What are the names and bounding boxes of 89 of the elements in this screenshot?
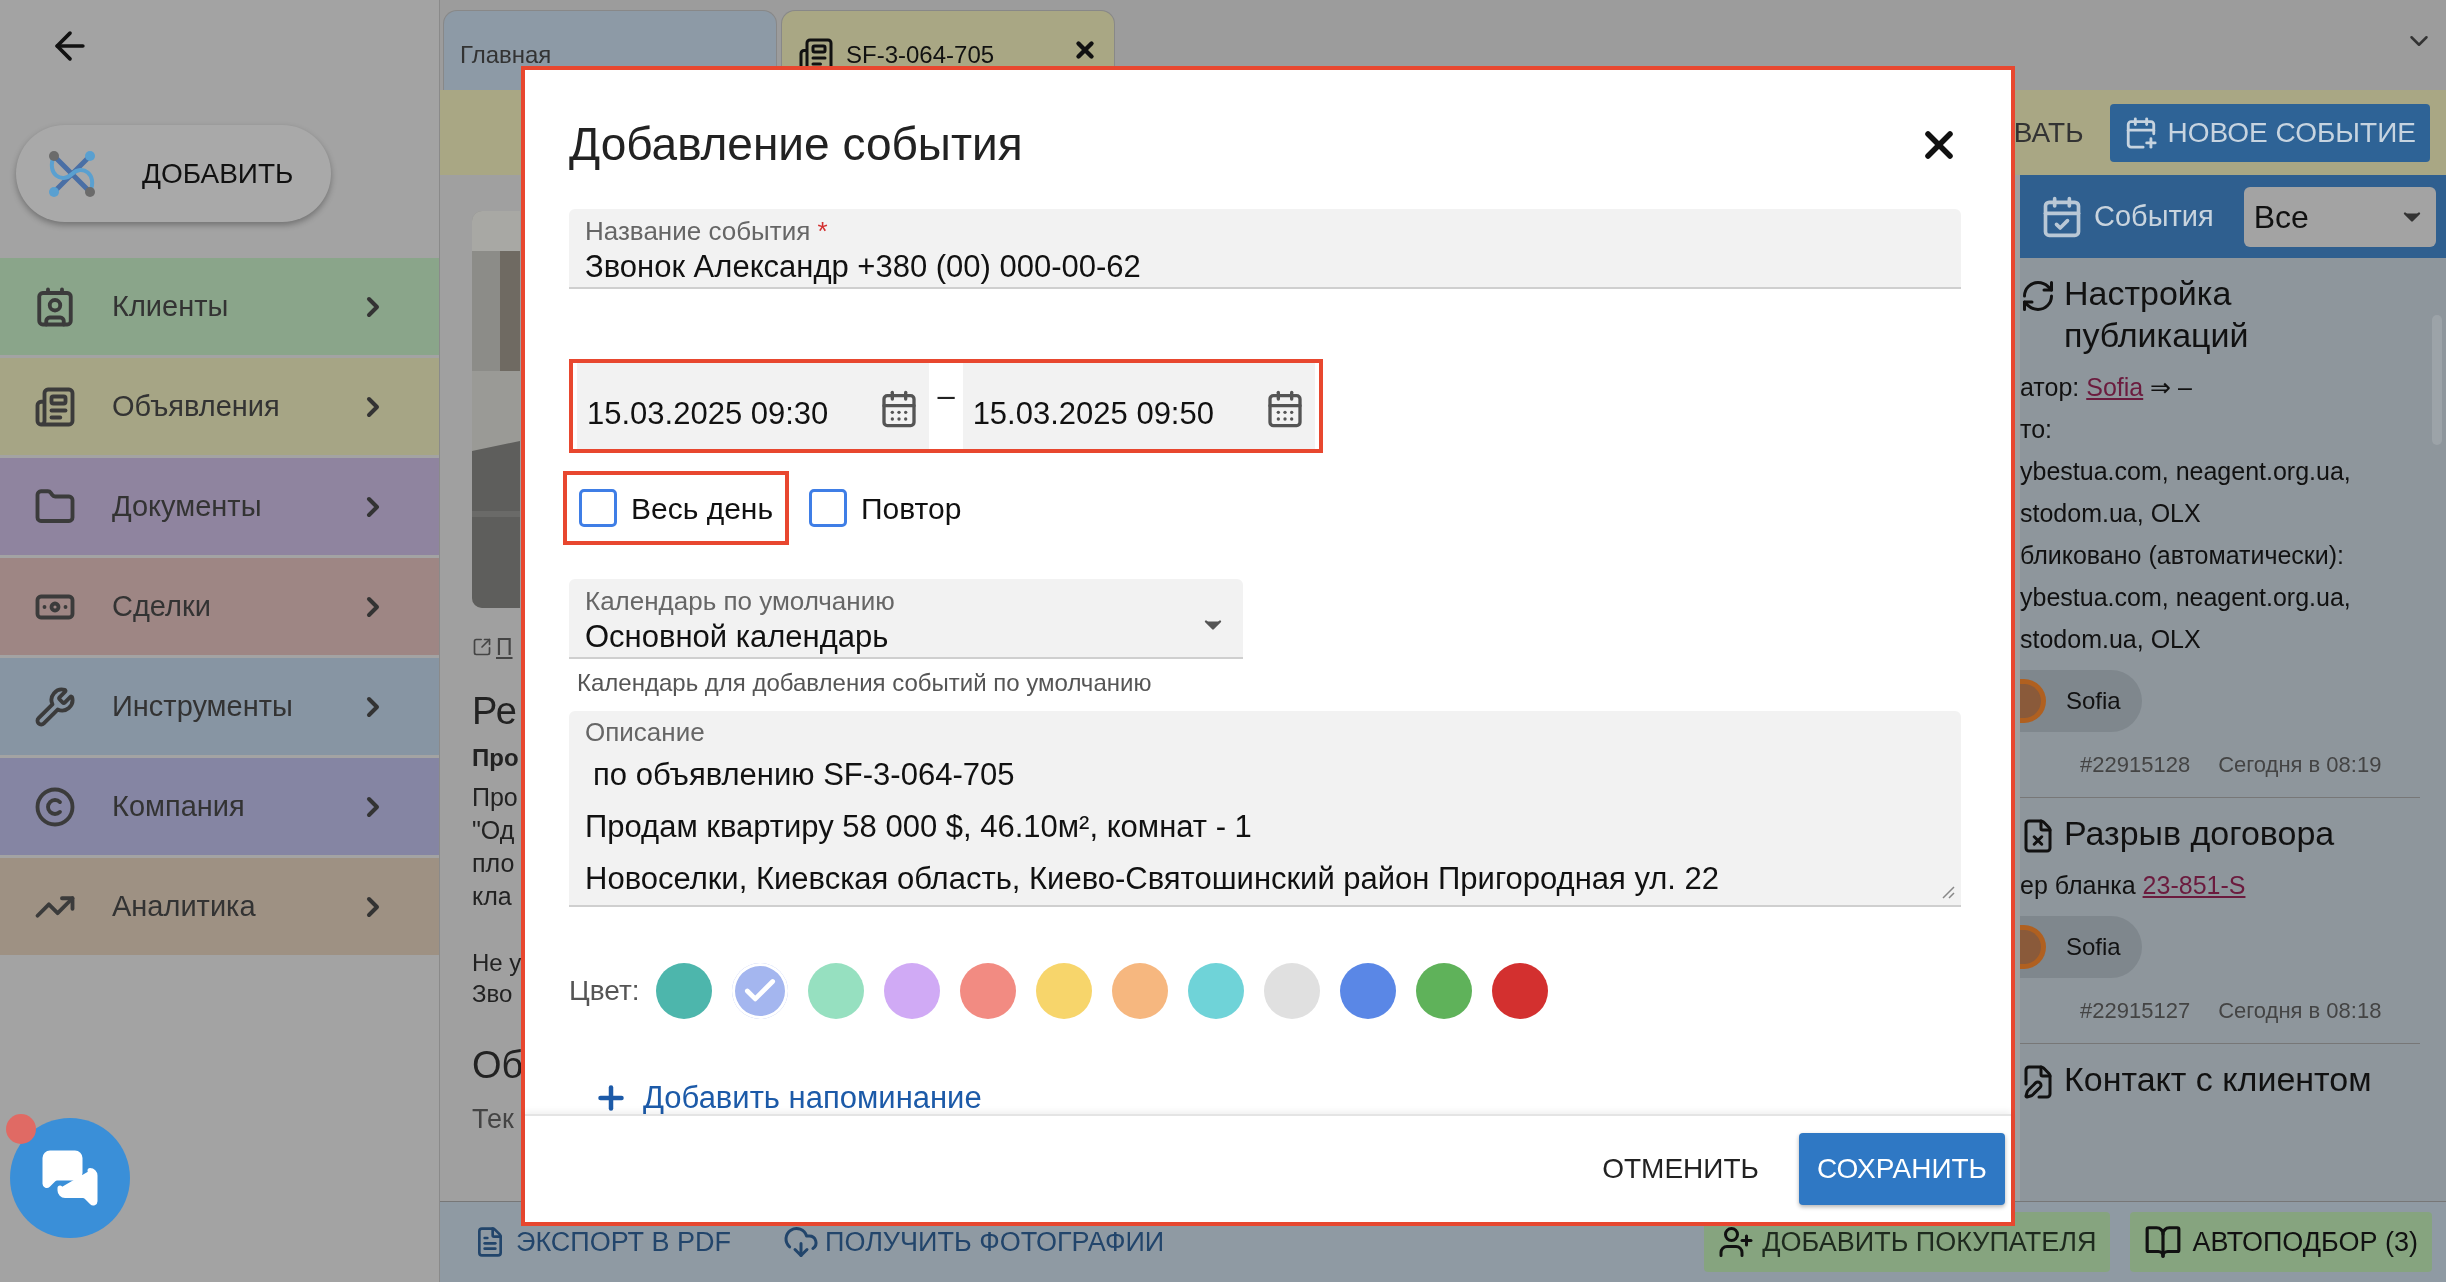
chat-bubbles-icon xyxy=(40,1148,100,1208)
event-time: Сегодня в 08:19 xyxy=(2218,751,2382,779)
nav-item[interactable]: Аналитика xyxy=(0,858,439,955)
event-detail: stodom.ua, OLX xyxy=(2020,498,2202,529)
tab-label: SF-3-064-705 xyxy=(846,40,996,70)
wrench-icon xyxy=(34,685,76,728)
date-field[interactable]: 15.03.2025 09:50 xyxy=(962,363,1315,449)
color-label: Цвет: xyxy=(569,974,640,1008)
field-label: Название события * xyxy=(585,215,829,247)
dialog-title: Добавление события xyxy=(569,117,1023,172)
event-link[interactable]: 23-851-S xyxy=(2142,871,2246,899)
event-detail: то: xyxy=(2020,414,2054,445)
get-photos-button[interactable]: ПОЛУЧИТЬ ФОТОГРАФИИ xyxy=(783,1221,1165,1263)
section-heading: Об xyxy=(472,1042,521,1087)
checkbox[interactable] xyxy=(809,489,848,527)
event-title: Разрыв договора xyxy=(2064,813,2335,854)
nav-label: Документы xyxy=(112,488,263,524)
field-value: Основной календарь xyxy=(585,618,890,656)
field-label: Календарь по умолчанию xyxy=(585,585,895,617)
caption-text: Тек xyxy=(472,1102,515,1136)
add-reminder-link[interactable]: Добавить напоминание xyxy=(593,1075,982,1122)
event-detail: бликовано (автоматически): xyxy=(2020,540,2346,571)
nav-item[interactable]: Компания xyxy=(0,758,439,855)
cancel-button[interactable]: ОТМЕНИТЬ xyxy=(1582,1133,1779,1205)
tab-label: Главная xyxy=(460,40,553,70)
field-value: Звонок Александр +380 (00) 000-00-62 xyxy=(585,248,1142,286)
event-name-field[interactable]: Название события * Звонок Александр +380 (00) 000-00-62 xyxy=(569,209,1961,289)
event-detail: ер бланка 23-851-S xyxy=(2020,870,2247,901)
book-icon xyxy=(2144,1223,2183,1261)
nav-item[interactable]: Инструменты xyxy=(0,658,439,755)
link[interactable]: П xyxy=(496,630,513,665)
copyright-icon xyxy=(34,785,76,828)
nav-label: Компания xyxy=(112,788,246,824)
nav-item[interactable]: Сделки xyxy=(0,558,439,655)
listing-title: Про xyxy=(472,742,520,773)
event-detail: ybestua.com, neagent.org.ua, xyxy=(2020,456,2352,487)
event-detail: атор: Sofia ⇒ – xyxy=(2020,372,2193,403)
avatar xyxy=(2020,679,2046,723)
user-chip[interactable]: Sofia xyxy=(2020,916,2142,978)
calendar-select[interactable]: Календарь по умолчанию Основной календарь xyxy=(569,579,1243,659)
note-text: Не у Зво xyxy=(472,947,521,1009)
date-value: 15.03.2025 09:50 xyxy=(972,394,1214,433)
date-field[interactable]: 15.03.2025 09:30 xyxy=(577,363,930,449)
external-link-icon xyxy=(472,637,492,658)
description-text: Про "Од пло кла xyxy=(472,781,519,912)
event-time: Сегодня в 08:18 xyxy=(2218,997,2382,1025)
event-title: Настройка публикаций xyxy=(2064,273,2250,356)
nav-label: Объявления xyxy=(112,388,281,424)
nav-item[interactable]: Объявления xyxy=(0,358,439,455)
events-title: События xyxy=(2094,198,2214,234)
nav-item[interactable]: Документы xyxy=(0,458,439,555)
calendar-icon[interactable] xyxy=(1265,389,1305,429)
event-id: #22915127 xyxy=(2080,997,2191,1025)
user-name: Sofia xyxy=(2066,932,2121,962)
section-heading: Ре xyxy=(472,688,518,733)
event-detail: stodom.ua, OLX xyxy=(2020,624,2202,655)
filter-select[interactable]: Все xyxy=(2243,186,2436,247)
export-pdf-button[interactable]: ЭКСПОРТ В PDF xyxy=(474,1221,732,1263)
date-value: 15.03.2025 09:30 xyxy=(587,394,829,433)
refresh-icon xyxy=(2020,278,2056,314)
avatar xyxy=(2020,925,2046,969)
toolbar-action[interactable]: ВАТЬ xyxy=(2013,111,2084,154)
nav-label: Клиенты xyxy=(112,288,230,324)
event-detail: ybestua.com, neagent.org.ua, xyxy=(2020,582,2352,613)
newspaper-icon xyxy=(34,385,76,428)
checkbox[interactable] xyxy=(579,489,617,527)
description-text: по объявлению SF-3-064-705 Продам квартиру 58 000 $, 46.10м², комнат - 1 Новоселки, Киевская область, Киево-Святошинский район Пригородная ул. 22 xyxy=(585,756,1721,898)
range-dash: – xyxy=(937,376,955,415)
nav-label: Аналитика xyxy=(112,888,257,924)
contact-card-icon xyxy=(34,285,76,328)
event-link[interactable]: Sofia xyxy=(2086,373,2144,401)
save-button[interactable]: СОХРАНИТЬ xyxy=(1798,1133,2005,1205)
field-label: Описание xyxy=(585,716,706,749)
nav-label: Инструменты xyxy=(112,688,294,724)
event-id: #22915128 xyxy=(2080,751,2191,779)
nav-label: Сделки xyxy=(112,588,212,624)
new-event-button[interactable]: НОВОЕ СОБЫТИЕ xyxy=(2109,103,2430,162)
checkbox-label: Весь день xyxy=(631,490,774,527)
user-chip[interactable]: Sofia xyxy=(2020,670,2142,732)
cloud-download-icon xyxy=(783,1224,820,1260)
autoselect-button[interactable]: АВТОПОДБОР (3) xyxy=(2130,1212,2432,1272)
description-field[interactable]: Описание по объявлению SF-3-064-705 Продам квартиру 58 000 $, 46.10м², комнат - 1 Новоселки, Киевская область, Киево-Святошинский район Пригородная ул. 22 xyxy=(569,711,1961,907)
event-title: Контакт с клиентом xyxy=(2064,1059,2372,1100)
nav-item[interactable]: Клиенты xyxy=(0,258,439,355)
add-button[interactable]: ДОБАВИТЬ xyxy=(16,125,331,222)
helper-text: Календарь для добавления событий по умолчанию xyxy=(577,668,1153,698)
checkbox-label: Повтор xyxy=(861,490,962,527)
user-name: Sofia xyxy=(2066,686,2121,716)
user-plus-icon xyxy=(1718,1224,1755,1260)
